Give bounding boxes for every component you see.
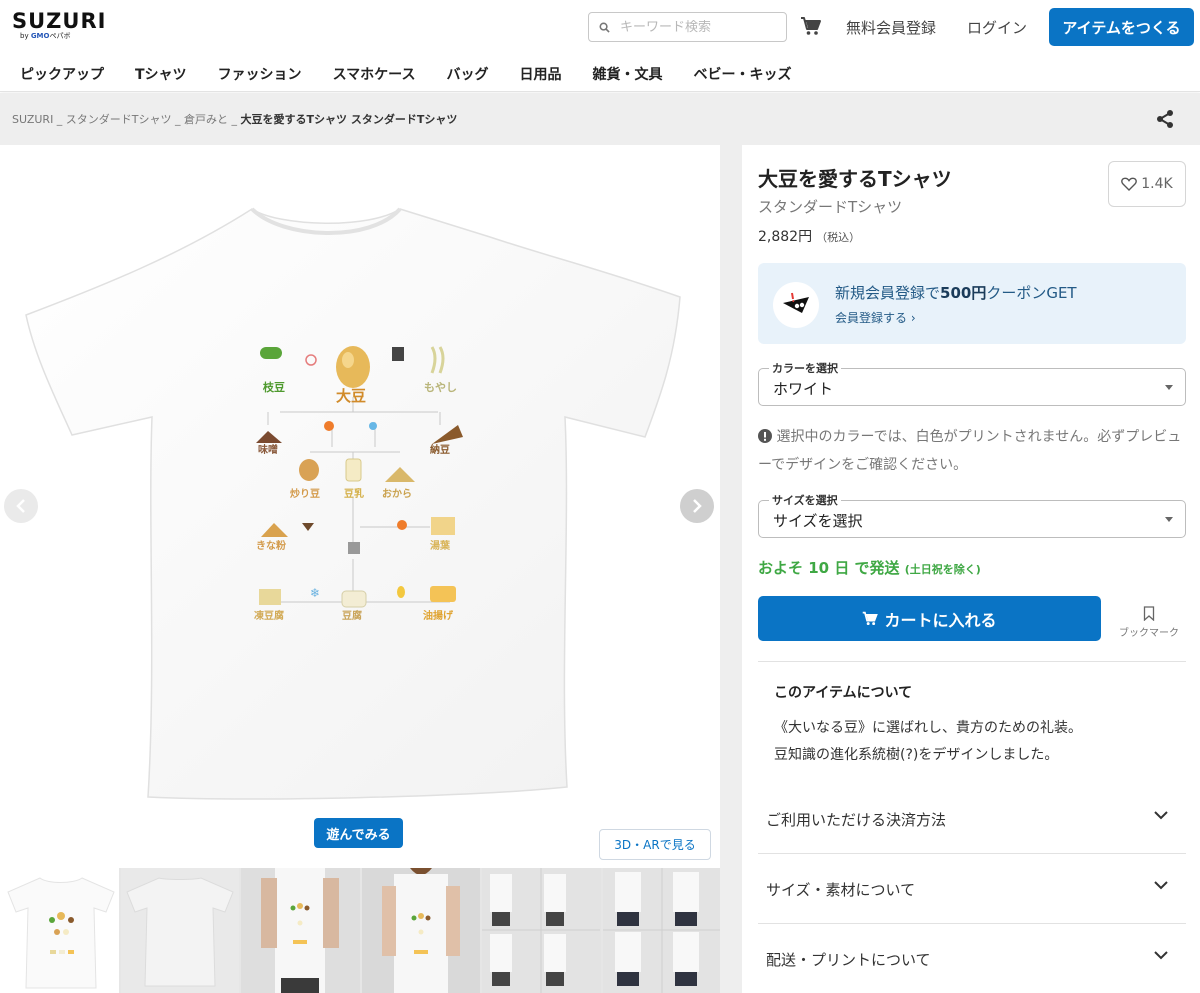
nav-item-pickup[interactable]: ピックアップ bbox=[20, 64, 104, 84]
shipping-note: (土日祝を除く) bbox=[904, 563, 981, 576]
bookmark-icon bbox=[1143, 606, 1155, 622]
site-header: SUZURI by GMOペパボ 無料会員登録 ログイン アイテムをつくる ピッ… bbox=[0, 0, 1200, 92]
color-select[interactable]: カラーを選択 ホワイト bbox=[758, 360, 1186, 406]
divider bbox=[758, 661, 1186, 662]
about-text: 《大いなる豆》に選ばれし、貴方のための礼装。 豆知識の進化系統樹(?)をデザイン… bbox=[774, 720, 1082, 763]
add-to-cart-button[interactable]: カートに入れる bbox=[758, 596, 1101, 641]
tax-note: （税込） bbox=[816, 231, 861, 244]
design-label: おから bbox=[382, 488, 412, 500]
alert-icon bbox=[758, 429, 772, 443]
nav-item-stationery[interactable]: 雑貨・文具 bbox=[592, 64, 662, 84]
size-select-label: サイズを選択 bbox=[769, 492, 841, 508]
design-label: もやし bbox=[424, 381, 457, 394]
thumbnail-strip bbox=[0, 868, 720, 993]
gallery-next-button[interactable] bbox=[680, 489, 714, 523]
thumbnail-size-chart-1[interactable] bbox=[482, 868, 601, 993]
design-label: 味噌 bbox=[258, 443, 278, 456]
design-label: 豆乳 bbox=[344, 487, 364, 500]
shipping-estimate: およそ 10 日 で発送 (土日祝を除く) bbox=[758, 559, 981, 577]
size-select-value: サイズを選択 bbox=[773, 512, 863, 530]
accordion-payment[interactable]: ご利用いただける決済方法 bbox=[758, 783, 1186, 853]
breadcrumb-path[interactable]: SUZURI _ スタンダードTシャツ _ 倉戸みと _ bbox=[12, 113, 241, 126]
chevron-down-icon bbox=[1154, 881, 1168, 890]
search-input[interactable] bbox=[620, 19, 770, 35]
thumbnail-front[interactable] bbox=[0, 868, 119, 993]
thumbnail-model-male[interactable] bbox=[241, 868, 360, 993]
signup-link[interactable]: 無料会員登録 bbox=[846, 17, 936, 38]
design-label: 炒り豆 bbox=[290, 488, 320, 500]
search-icon bbox=[599, 22, 610, 33]
nav-item-bag[interactable]: バッグ bbox=[446, 64, 488, 84]
column-divider bbox=[720, 145, 742, 993]
coupon-mascot-icon bbox=[773, 282, 819, 328]
design-label: 湯葉 bbox=[430, 539, 451, 552]
design-label: 納豆 bbox=[430, 443, 450, 456]
play-button[interactable]: 遊んでみる bbox=[314, 818, 403, 848]
ar-view-button[interactable]: 3D・ARで見る bbox=[599, 829, 711, 860]
nav-item-tshirt[interactable]: Tシャツ bbox=[135, 64, 187, 84]
design-label: 枝豆 bbox=[262, 380, 285, 394]
product-title: 大豆を愛するTシャツ bbox=[758, 167, 952, 191]
design-label: 豆腐 bbox=[342, 609, 362, 622]
search-box[interactable] bbox=[588, 12, 787, 42]
breadcrumb-current: 大豆を愛するTシャツ スタンダードTシャツ bbox=[240, 113, 458, 126]
breadcrumb: SUZURI _ スタンダードTシャツ _ 倉戸みと _ 大豆を愛するTシャツ … bbox=[12, 111, 457, 127]
category-nav: ピックアップ Tシャツ ファッション スマホケース バッグ 日用品 雑貨・文具 … bbox=[20, 64, 791, 84]
coupon-banner[interactable]: 新規会員登録で500円クーポンGET 会員登録する › bbox=[758, 263, 1186, 344]
product-gallery: ❄ 枝豆 大豆 もやし 味噌 納豆 炒り豆 豆乳 おから きな粉 湯葉 凍豆腐 … bbox=[0, 145, 720, 870]
product-image[interactable]: ❄ 枝豆 大豆 もやし 味噌 納豆 炒り豆 豆乳 おから きな粉 湯葉 凍豆腐 … bbox=[20, 197, 700, 807]
nav-item-phone-case[interactable]: スマホケース bbox=[333, 64, 416, 84]
share-icon[interactable] bbox=[1155, 109, 1175, 129]
like-count: 1.4K bbox=[1141, 176, 1173, 192]
nav-item-baby-kids[interactable]: ベビー・キッズ bbox=[693, 64, 791, 84]
caret-down-icon bbox=[1165, 385, 1173, 390]
accordion-shipping-print[interactable]: 配送・プリントについて bbox=[758, 923, 1186, 993]
chevron-left-icon bbox=[16, 499, 25, 513]
site-logo[interactable]: SUZURI by GMOペパボ bbox=[12, 10, 106, 41]
design-label: 凍豆腐 bbox=[254, 609, 284, 622]
coupon-text: 新規会員登録で500円クーポンGET bbox=[835, 284, 1077, 302]
about-heading: このアイテムについて bbox=[774, 685, 913, 701]
like-button[interactable]: 1.4K bbox=[1108, 161, 1186, 207]
coupon-register-link[interactable]: 会員登録する › bbox=[835, 309, 916, 326]
logo-byline: by GMOペパボ bbox=[20, 32, 71, 40]
heart-icon bbox=[1121, 177, 1138, 191]
color-select-label: カラーを選択 bbox=[769, 360, 841, 376]
design-label: 大豆 bbox=[336, 387, 366, 405]
product-price: 2,882円 （税込） bbox=[758, 229, 861, 245]
cart-icon[interactable] bbox=[800, 16, 822, 36]
caret-down-icon bbox=[1165, 517, 1173, 522]
accordion-size-material[interactable]: サイズ・素材について bbox=[758, 853, 1186, 923]
bookmark-button[interactable]: ブックマーク bbox=[1114, 606, 1184, 639]
thumbnail-back[interactable] bbox=[120, 868, 239, 993]
cart-icon bbox=[863, 611, 879, 626]
design-label: きな粉 bbox=[256, 539, 286, 552]
color-select-value: ホワイト bbox=[773, 380, 834, 398]
design-label: 油揚げ bbox=[423, 609, 454, 622]
chevron-down-icon bbox=[1154, 951, 1168, 960]
color-warning: 選択中のカラーでは、白色がプリントされません。必ずプレビューでデザインをご確認く… bbox=[758, 429, 1182, 473]
breadcrumb-bar: SUZURI _ スタンダードTシャツ _ 倉戸みと _ 大豆を愛するTシャツ … bbox=[0, 93, 1200, 145]
nav-item-daily-goods[interactable]: 日用品 bbox=[519, 64, 561, 84]
chevron-right-icon bbox=[693, 499, 702, 513]
gallery-prev-button[interactable] bbox=[4, 489, 38, 523]
bookmark-label: ブックマーク bbox=[1119, 628, 1179, 639]
thumbnail-size-chart-2[interactable] bbox=[602, 868, 720, 993]
size-select[interactable]: サイズを選択 サイズを選択 bbox=[758, 492, 1186, 538]
login-link[interactable]: ログイン bbox=[967, 17, 1027, 38]
create-item-button[interactable]: アイテムをつくる bbox=[1049, 8, 1194, 46]
product-panel: 大豆を愛するTシャツ スタンダードTシャツ 2,882円 （税込） 1.4K 新規… bbox=[742, 145, 1200, 993]
thumbnail-model-female[interactable] bbox=[361, 868, 480, 993]
nav-item-fashion[interactable]: ファッション bbox=[218, 64, 302, 84]
chevron-down-icon bbox=[1154, 811, 1168, 820]
svg-text:❄: ❄ bbox=[310, 586, 320, 600]
logo-wordmark: SUZURI bbox=[12, 9, 107, 33]
product-type[interactable]: スタンダードTシャツ bbox=[758, 196, 902, 217]
